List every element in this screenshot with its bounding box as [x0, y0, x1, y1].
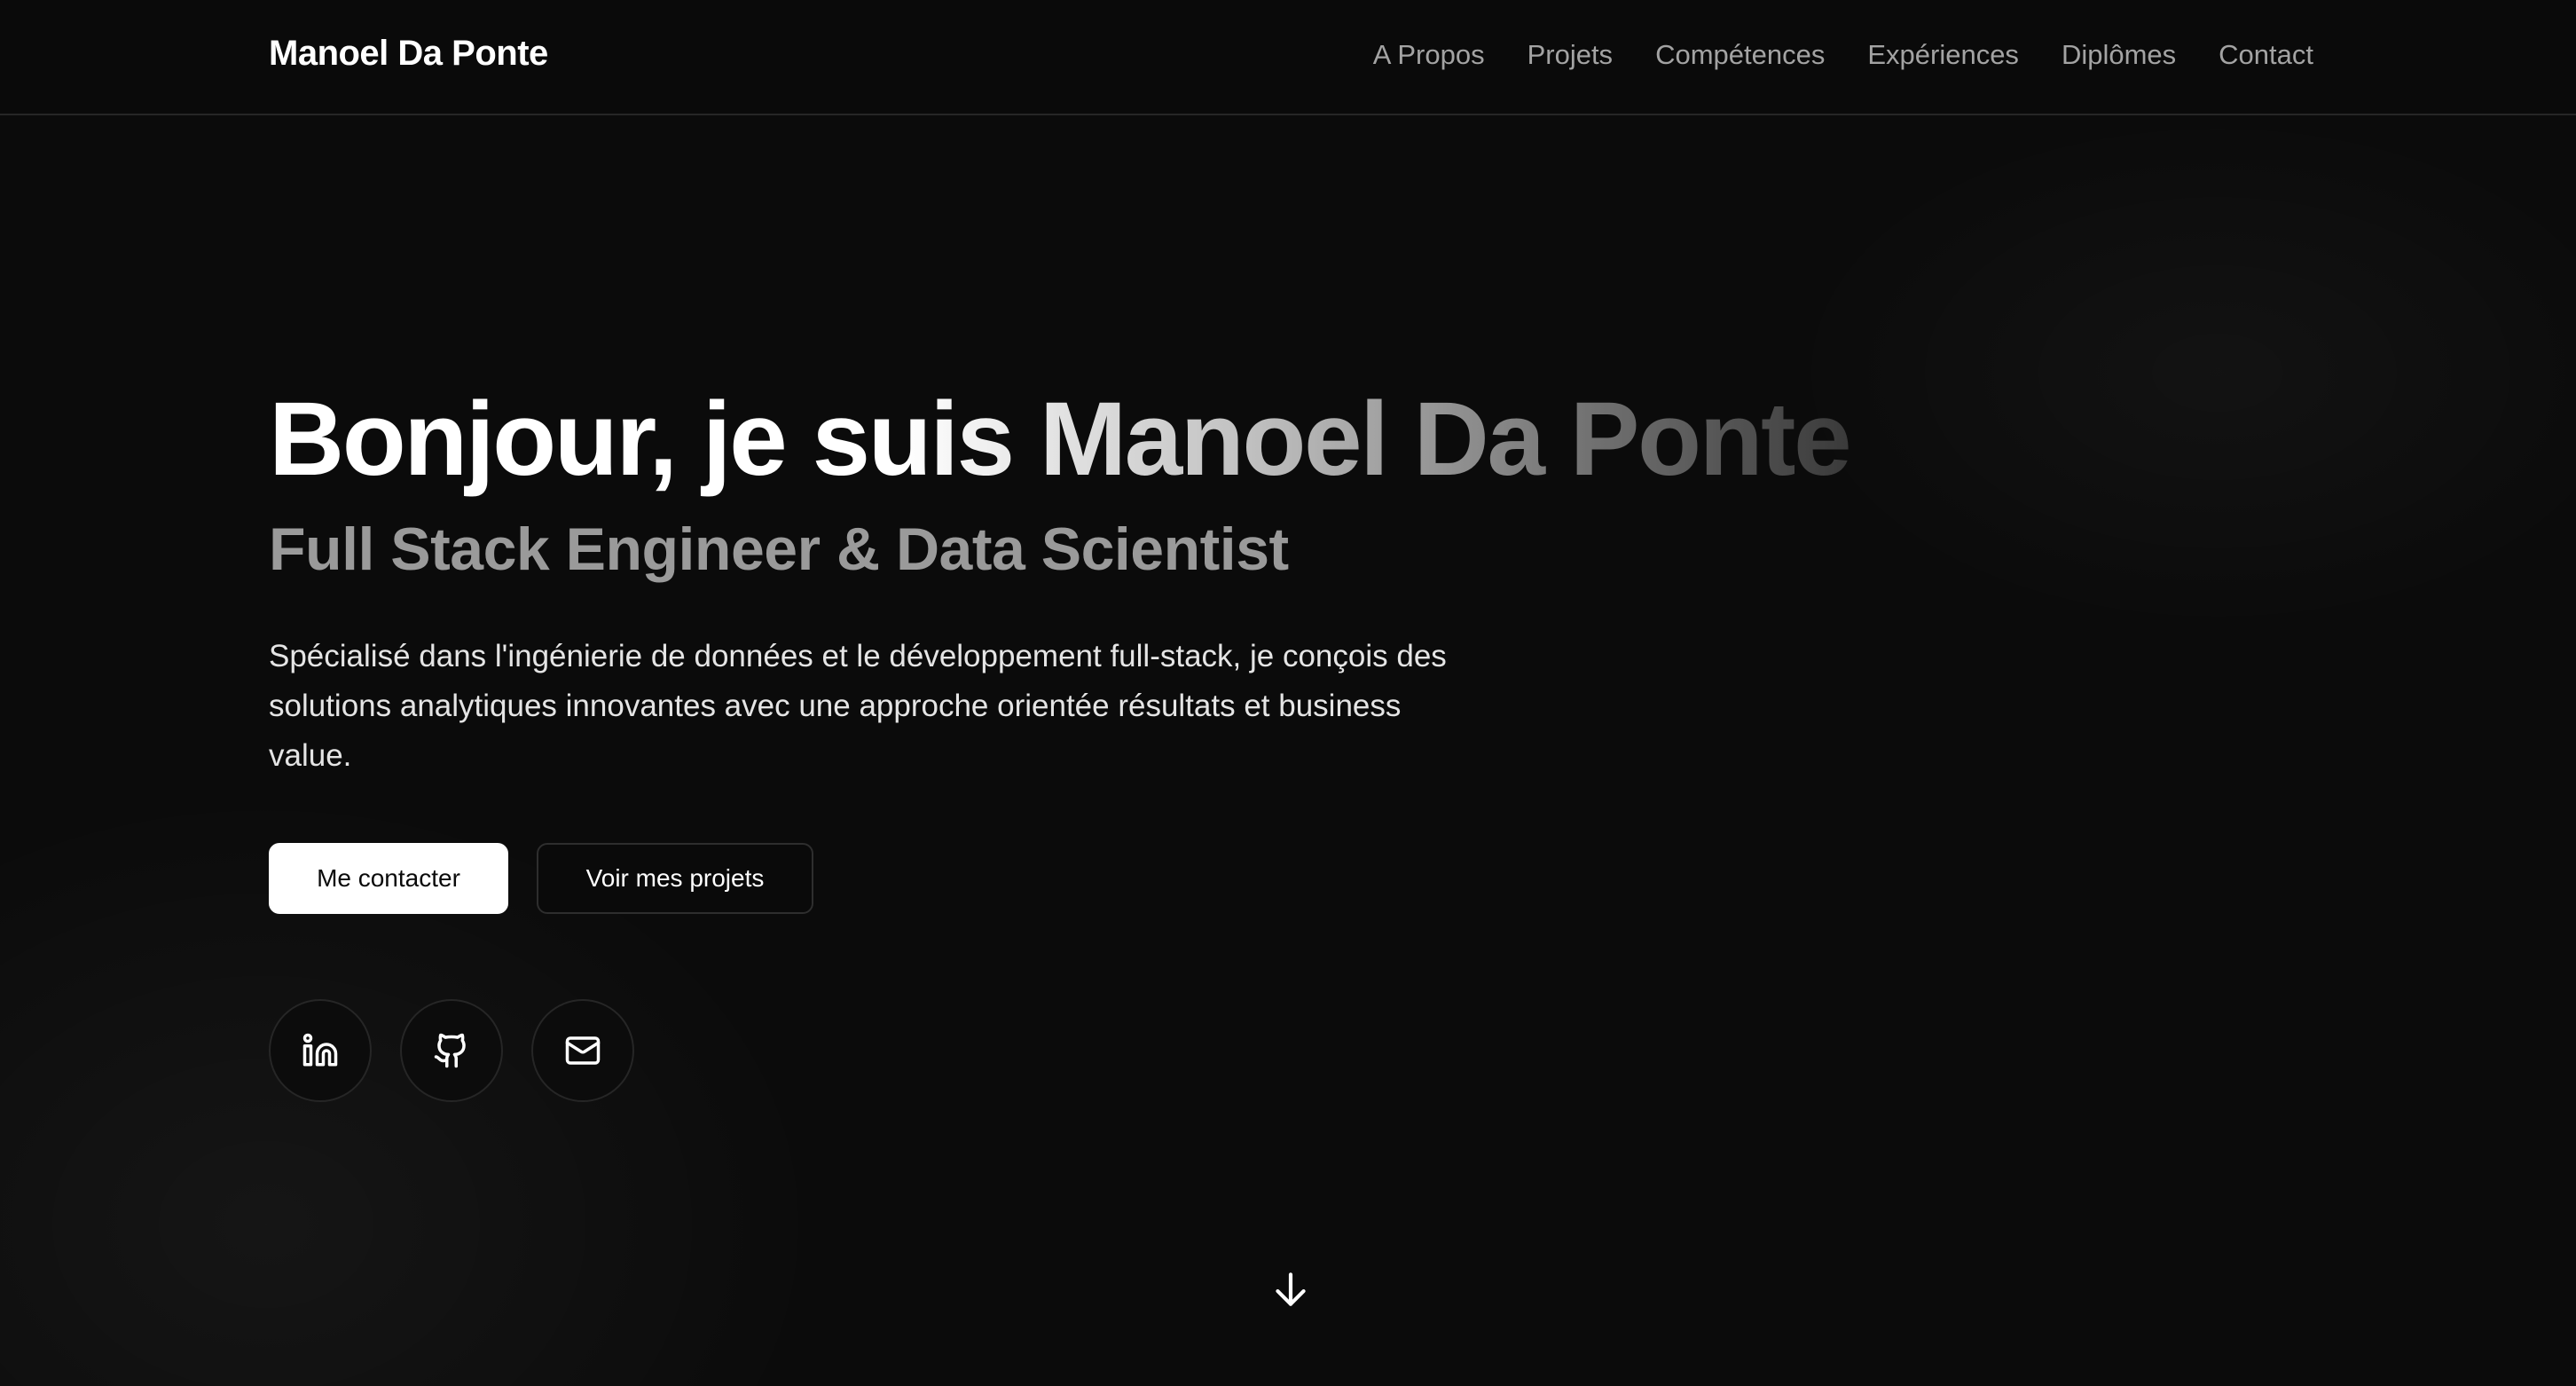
social-links [269, 999, 1954, 1102]
mail-icon [565, 1036, 601, 1065]
github-link[interactable] [400, 999, 503, 1102]
nav-item-contact[interactable]: Contact [2219, 39, 2313, 71]
nav-item-a-propos[interactable]: A Propos [1373, 39, 1485, 71]
cta-buttons: Me contacter Voir mes projets [269, 843, 1954, 914]
scroll-down-button[interactable] [1268, 1267, 1313, 1311]
email-link[interactable] [531, 999, 634, 1102]
github-icon [434, 1033, 466, 1068]
nav-item-projets[interactable]: Projets [1528, 39, 1613, 71]
hero-description: Spécialisé dans l'ingénierie de données … [269, 639, 1447, 773]
linkedin-icon [302, 1033, 338, 1067]
main-nav: A Propos Projets Compétences Expériences… [1373, 39, 2313, 71]
hero-section: Bonjour, je suis Manoel Da Ponte Full St… [269, 373, 1954, 1102]
hero-title: Bonjour, je suis Manoel Da Ponte [269, 373, 1852, 506]
hero-subtitle: Full Stack Engineer & Data Scientist [269, 516, 1289, 583]
nav-item-experiences[interactable]: Expériences [1867, 39, 2019, 71]
view-projects-button[interactable]: Voir mes projets [537, 843, 813, 914]
site-header: Manoel Da Ponte A Propos Projets Compéte… [0, 0, 2576, 115]
nav-item-diplomes[interactable]: Diplômes [2062, 39, 2176, 71]
nav-item-competences[interactable]: Compétences [1655, 39, 1825, 71]
linkedin-link[interactable] [269, 999, 372, 1102]
arrow-down-icon [1276, 1272, 1306, 1306]
page: Manoel Da Ponte A Propos Projets Compéte… [0, 0, 2576, 1386]
brand-logo-text[interactable]: Manoel Da Ponte [269, 34, 548, 74]
contact-button[interactable]: Me contacter [269, 843, 508, 914]
